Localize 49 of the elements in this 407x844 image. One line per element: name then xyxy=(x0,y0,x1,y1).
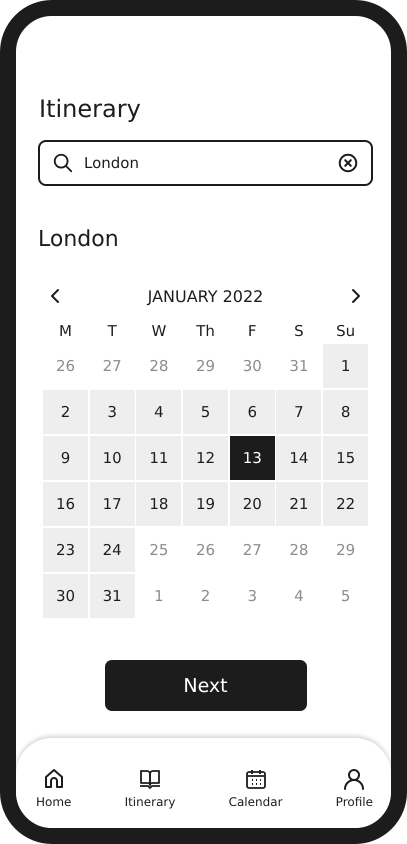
calendar-day[interactable]: 18 xyxy=(136,482,182,526)
calendar-day[interactable]: 31 xyxy=(90,574,135,618)
nav-item[interactable]: Home xyxy=(36,767,72,809)
weekday-label: Th xyxy=(195,321,216,342)
calendar-day[interactable]: 11 xyxy=(136,436,182,480)
weekday-label: W xyxy=(150,321,168,342)
nav-item[interactable]: Profile xyxy=(336,767,373,809)
clear-icon[interactable] xyxy=(337,152,359,174)
nav-item[interactable]: Itinerary xyxy=(124,767,176,809)
calendar-day[interactable]: 9 xyxy=(43,436,88,480)
calendar-day[interactable]: 30 xyxy=(43,574,88,618)
book-icon xyxy=(138,767,162,791)
next-month-icon[interactable] xyxy=(349,288,363,304)
calendar-day[interactable]: 7 xyxy=(276,390,322,434)
calendar-day[interactable]: 19 xyxy=(183,482,228,526)
calendar-day[interactable]: 5 xyxy=(183,390,228,434)
calendar-day[interactable]: 10 xyxy=(90,436,135,480)
calendar-day[interactable]: 22 xyxy=(323,482,368,526)
calendar-day[interactable]: 6 xyxy=(230,390,275,434)
calendar-day[interactable]: 2 xyxy=(43,390,88,434)
month-label: JANUARY 2022 xyxy=(148,286,264,306)
nav-item[interactable]: Calendar xyxy=(228,767,283,809)
weekday-label: T xyxy=(106,321,118,342)
calendar-day[interactable]: 16 xyxy=(43,482,88,526)
weekday-label: Su xyxy=(335,321,356,342)
calendar-day[interactable]: 17 xyxy=(90,482,135,526)
calendar-day[interactable]: 23 xyxy=(43,528,88,572)
calendar-day[interactable]: 24 xyxy=(90,528,135,572)
section-title: London xyxy=(38,226,120,254)
calendar-day[interactable]: 12 xyxy=(183,436,228,480)
search-field[interactable]: London xyxy=(38,140,373,186)
calendar-icon xyxy=(244,767,268,791)
calendar-day[interactable]: 13 xyxy=(230,436,275,480)
next-button[interactable]: Next xyxy=(104,660,306,711)
profile-icon xyxy=(342,767,366,791)
weekday-label: M xyxy=(58,321,73,342)
weekday-label: S xyxy=(293,321,305,342)
calendar-day[interactable]: 1 xyxy=(323,344,368,388)
calendar-day[interactable]: 20 xyxy=(230,482,275,526)
calendar-day[interactable]: 21 xyxy=(276,482,322,526)
calendar-day[interactable]: 4 xyxy=(136,390,182,434)
calendar-day[interactable]: 15 xyxy=(323,436,368,480)
weekday-label: F xyxy=(246,321,258,342)
page-title: Itinerary xyxy=(39,94,142,125)
calendar-day[interactable]: 3 xyxy=(90,390,135,434)
calendar-day[interactable]: 8 xyxy=(323,390,368,434)
previous-month-icon[interactable] xyxy=(48,288,62,304)
search-icon xyxy=(52,152,74,174)
calendar-day[interactable]: 14 xyxy=(276,436,322,480)
